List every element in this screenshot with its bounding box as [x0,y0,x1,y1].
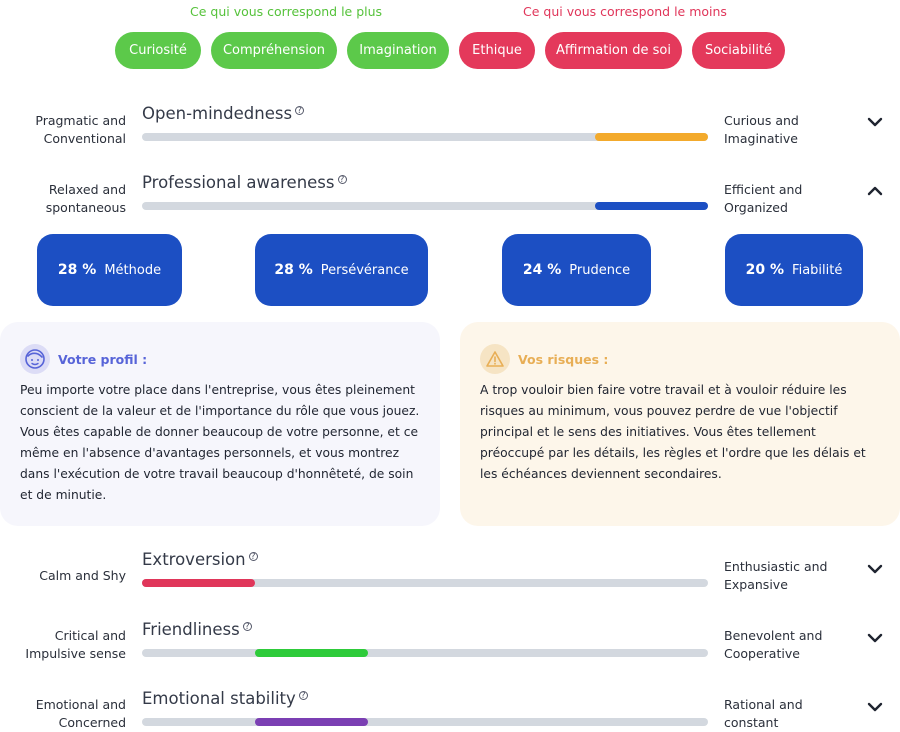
facet-percent: 28 % [274,262,313,278]
chevron-down-icon[interactable] [866,113,884,131]
pill-imagination: Imagination [347,32,449,69]
pill-affirmation: Affirmation de soi [545,32,682,69]
trait-name: Friendliness? [142,620,252,639]
header-most: Ce qui vous correspond le plus [190,4,383,19]
info-icon[interactable]: ? [295,105,305,115]
facet-percent: 24 % [522,262,562,278]
header-least: Ce qui vous correspond le moins [523,4,727,19]
pill-comprehension: Compréhension [211,32,337,69]
pill-curiosite: Curiosité [115,32,201,69]
info-icon[interactable]: ? [242,621,252,631]
chevron-down-icon[interactable] [866,698,884,716]
trait-right-label: Benevolent and Cooperative [724,628,823,661]
facet-percent: 28 % [57,262,97,278]
trait-name: Open-mindedness? [142,104,305,123]
trait-name: Extroversion? [142,550,258,569]
info-icon[interactable]: ? [248,551,258,561]
face-icon [20,344,50,374]
risks-card-text: A trop vouloir bien faire votre travail … [480,383,866,481]
info-icon[interactable]: ? [337,174,347,184]
trait-left-label: Emotional and Concerned [35,697,126,730]
trait-left-label: Critical and Impulsive sense [25,628,126,661]
profile-card-title: Votre profil : [58,351,148,367]
facet-prudence: 24 % Prudence [502,234,651,306]
trait-friendliness[interactable]: Critical and Impulsive sense Friendlines… [0,620,900,680]
facet-methode: 28 % Méthode [37,234,182,306]
facet-fiabilite: 20 % Fiabilité [725,234,863,306]
trait-bar-fill [142,579,256,587]
warning-icon [480,344,510,374]
chevron-down-icon[interactable] [866,560,884,578]
trait-bar-fill [255,649,369,657]
pill-ethique: Ethique [459,32,535,69]
pill-sociabilite: Sociabilité [692,32,785,69]
trait-name: Professional awareness? [142,173,347,192]
risks-card-title: Vos risques : [518,351,609,367]
trait-bar-track [142,133,708,141]
trait-left-label: Calm and Shy [39,568,126,583]
profile-card-header: Votre profil : [20,344,147,374]
facet-label: Prudence [569,262,631,278]
trait-open-mindedness[interactable]: Pragmatic and Conventional Open-mindedne… [0,104,900,164]
info-icon[interactable]: ? [298,690,308,700]
trait-bar-track [142,579,708,587]
trait-left-label: Relaxed and spontaneous [45,182,126,215]
facet-label: Persévérance [320,262,409,278]
trait-professional-awareness[interactable]: Relaxed and spontaneous Professional awa… [0,173,900,233]
trait-right-label: Enthusiastic and Expansive [724,559,828,592]
trait-name: Emotional stability? [142,689,308,708]
trait-bar-track [142,202,708,210]
trait-bar-fill [594,133,708,141]
trait-bar-fill [594,202,708,210]
trait-bar-track [142,649,708,657]
risks-card: Vos risques : A trop vouloir bien faire … [460,322,900,526]
profile-card-text: Peu importe votre place dans l'entrepris… [20,383,420,502]
facet-label: Fiabilité [792,262,843,278]
trait-bar-fill [255,718,369,726]
trait-right-label: Curious and Imaginative [724,113,799,146]
trait-emotional-stability[interactable]: Emotional and Concerned Emotional stabil… [0,689,900,732]
facet-label: Méthode [104,262,162,278]
trait-right-label: Efficient and Organized [724,182,803,215]
trait-extroversion[interactable]: Calm and Shy Extroversion? Enthusiastic … [0,550,900,610]
facet-perseverance: 28 % Persévérance [255,234,428,306]
profile-card: Votre profil : Peu importe votre place d… [0,322,440,526]
trait-right-label: Rational and constant [724,697,803,730]
chevron-down-icon[interactable] [866,629,884,647]
facet-percent: 20 % [745,262,785,278]
trait-bar-track [142,718,708,726]
risks-card-header: Vos risques : [480,344,608,374]
chevron-up-icon[interactable] [866,182,884,200]
trait-left-label: Pragmatic and Conventional [35,113,126,146]
